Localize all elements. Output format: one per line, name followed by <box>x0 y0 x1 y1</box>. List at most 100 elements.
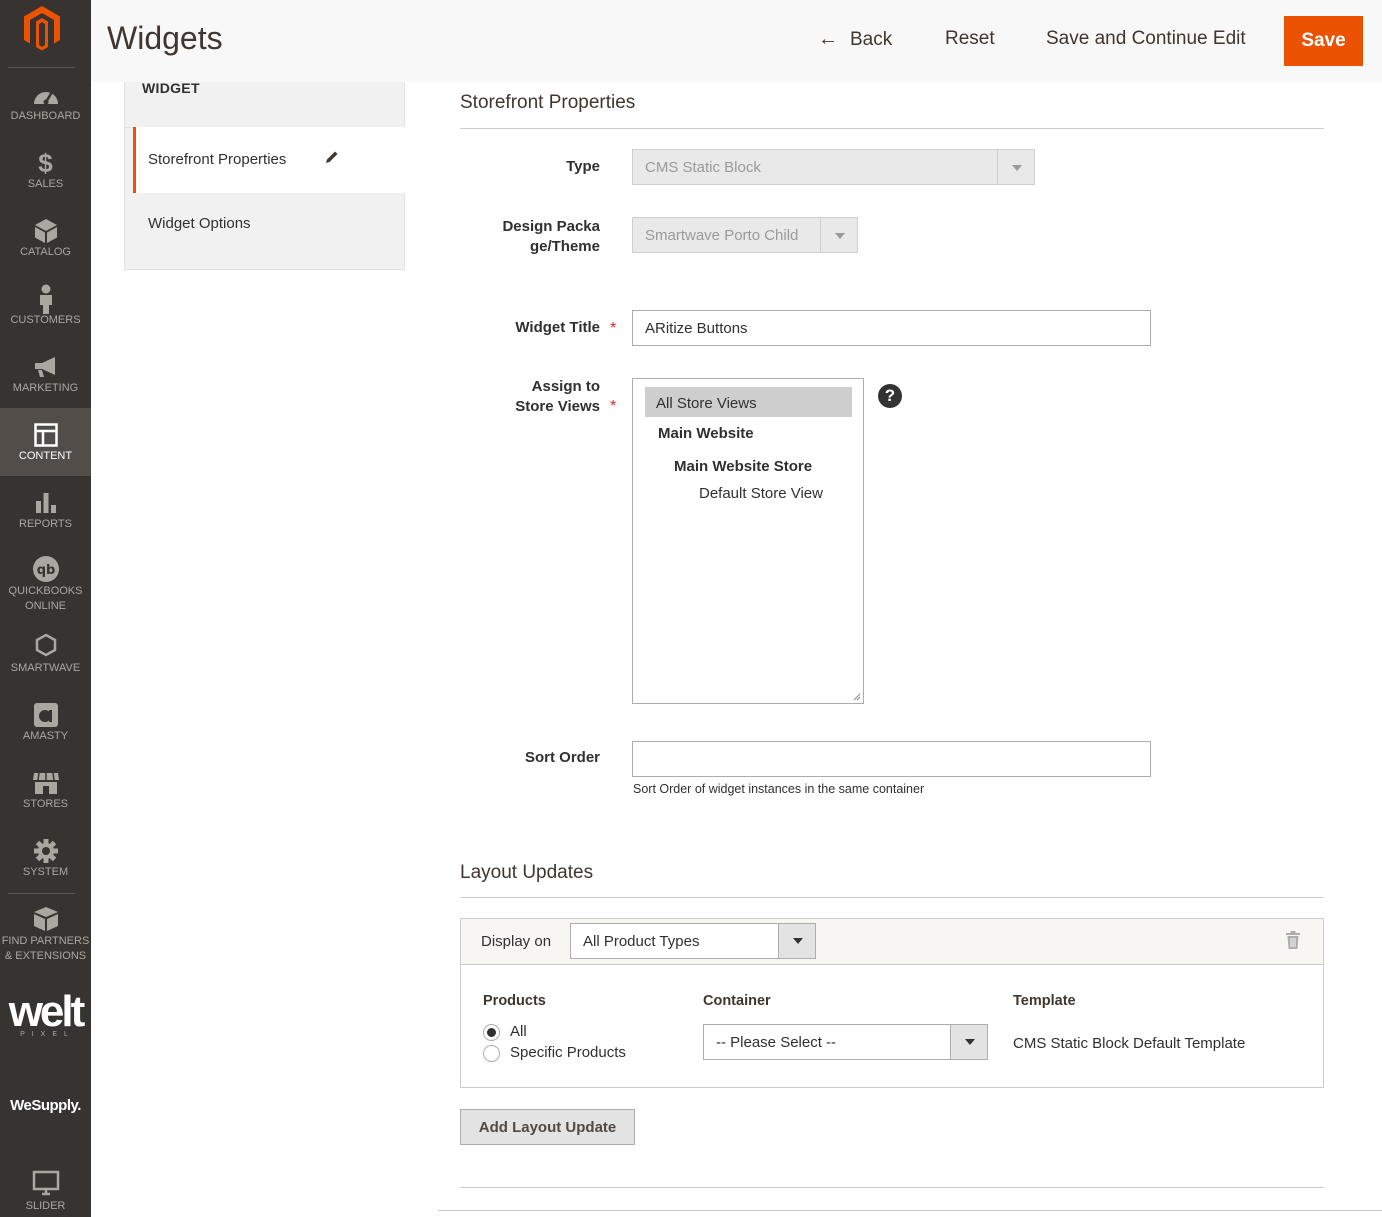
chevron-down-icon <box>997 150 1034 184</box>
dollar-icon: $ <box>38 147 53 178</box>
radio-label: All <box>510 1023 527 1040</box>
amasty-icon <box>33 703 58 727</box>
chevron-down-icon <box>950 1025 987 1059</box>
pencil-icon <box>326 151 338 163</box>
sort-order-label: Sort Order <box>524 749 600 766</box>
back-button[interactable]: ← Back <box>818 28 892 51</box>
display-on-select[interactable]: All Product Types <box>570 923 816 959</box>
megaphone-icon <box>34 357 55 377</box>
person-icon <box>39 284 52 314</box>
store-view-option[interactable]: All Store Views <box>645 387 852 417</box>
store-views-multiselect[interactable]: All Store Views Main Website Main Websit… <box>632 378 864 704</box>
nav-slider[interactable]: SLIDER <box>0 1160 91 1217</box>
nav-amasty[interactable]: AMASTY <box>0 690 91 758</box>
chevron-down-icon <box>778 924 815 958</box>
radio-button[interactable] <box>483 1045 500 1062</box>
nav-label: FIND PARTNERS & EXTENSIONS <box>1 935 90 962</box>
weltpixel-logo[interactable]: welt <box>0 990 91 1034</box>
section-title-storefront: Storefront Properties <box>460 92 636 113</box>
hexagon-icon <box>35 633 56 657</box>
section-divider <box>460 897 1324 898</box>
nav-dashboard[interactable]: DASHBOARD <box>0 68 91 136</box>
help-icon[interactable]: ? <box>878 384 902 408</box>
wesupply-logo[interactable]: WeSupply. <box>0 1097 91 1114</box>
trash-icon[interactable] <box>1285 931 1301 949</box>
store-icon <box>32 772 59 794</box>
resize-handle-icon[interactable] <box>852 692 861 701</box>
nav-label: CATALOG <box>20 246 71 258</box>
quickbooks-icon: qb <box>32 556 59 582</box>
save-and-continue-button[interactable]: Save and Continue Edit <box>1046 28 1246 50</box>
nav-marketing[interactable]: MARKETING <box>0 340 91 408</box>
store-view-group: Main Website Store <box>674 458 813 475</box>
template-value: CMS Static Block Default Template <box>1013 1035 1246 1052</box>
nav-quickbooks[interactable]: qb QUICKBOOKS ONLINE <box>0 544 91 612</box>
widget-title-input[interactable]: ARitize Buttons <box>632 310 1151 346</box>
reset-button[interactable]: Reset <box>945 28 995 50</box>
admin-sidebar: DASHBOARD $ SALES CATALOG CUSTOMERS MARK… <box>0 0 91 1217</box>
radio-label: Specific Products <box>510 1044 626 1061</box>
tab-storefront-properties[interactable]: Storefront Properties <box>133 127 405 193</box>
nav-content[interactable]: CONTENT <box>0 408 91 476</box>
tabs-title: WIDGET <box>142 80 200 96</box>
nav-label: CUSTOMERS <box>10 314 81 326</box>
bar-chart-icon <box>35 493 56 513</box>
sidebar-divider <box>8 893 75 894</box>
nav-label: CONTENT <box>18 450 73 462</box>
nav-system[interactable]: SYSTEM <box>0 826 91 894</box>
widget-title-label: Widget Title <box>515 319 600 336</box>
store-views-label-text: Assign to Store Views <box>515 378 600 415</box>
cube-icon <box>34 219 57 243</box>
store-view-group: Main Website <box>658 425 754 442</box>
nav-label: SALES <box>27 178 64 190</box>
page-title: Widgets <box>107 20 223 56</box>
magento-logo[interactable] <box>0 0 91 68</box>
theme-select[interactable]: Smartwave Porto Child <box>632 217 858 253</box>
layout-update-header: Display on All Product Types <box>461 919 1323 965</box>
magento-logo-icon <box>24 6 60 51</box>
section-divider <box>438 1210 1382 1211</box>
theme-value: Smartwave Porto Child <box>645 227 799 244</box>
type-select[interactable]: CMS Static Block <box>632 149 1035 185</box>
required-marker: * <box>610 320 617 337</box>
nav-label: MARKETING <box>12 382 79 394</box>
widget-tabs: WIDGET Storefront Properties Widget Opti… <box>124 80 405 270</box>
display-on-value: All Product Types <box>583 933 700 950</box>
arrow-left-icon: ← <box>818 28 838 50</box>
nav-smartwave[interactable]: SMARTWAVE <box>0 622 91 690</box>
tab-label: Storefront Properties <box>148 151 287 168</box>
nav-reports[interactable]: REPORTS <box>0 476 91 544</box>
layout-icon <box>33 423 58 447</box>
nav-catalog[interactable]: CATALOG <box>0 204 91 272</box>
dashboard-icon <box>33 91 58 105</box>
nav-stores[interactable]: STORES <box>0 758 91 826</box>
save-button[interactable]: Save <box>1284 16 1363 66</box>
weltpixel-logo-sub: PIXEL <box>20 1031 75 1038</box>
layout-update-box: Display on All Product Types Products Co… <box>460 918 1324 1088</box>
nav-label: DASHBOARD <box>10 110 81 122</box>
tab-label: Widget Options <box>148 215 251 232</box>
back-label: Back <box>850 29 893 50</box>
boxes-icon <box>33 907 58 931</box>
tab-widget-options[interactable]: Widget Options <box>133 193 405 255</box>
nav-sales[interactable]: $ SALES <box>0 136 91 204</box>
type-label: Type <box>566 158 600 175</box>
monitor-icon <box>32 1170 59 1196</box>
radio-button[interactable] <box>483 1024 500 1041</box>
sort-order-input[interactable] <box>632 741 1151 777</box>
template-header: Template <box>1013 993 1076 1009</box>
nav-customers[interactable]: CUSTOMERS <box>0 272 91 340</box>
section-title-layout-updates: Layout Updates <box>460 862 594 883</box>
products-header: Products <box>483 993 546 1009</box>
nav-find-partners[interactable]: FIND PARTNERS & EXTENSIONS <box>0 896 91 964</box>
nav-label: SMARTWAVE <box>10 662 81 674</box>
container-select[interactable]: -- Please Select -- <box>703 1024 988 1060</box>
chevron-down-icon <box>820 218 857 252</box>
section-divider <box>460 1187 1324 1188</box>
nav-label: REPORTS <box>19 518 72 530</box>
add-layout-update-button[interactable]: Add Layout Update <box>460 1109 635 1145</box>
store-view-option[interactable]: Default Store View <box>699 485 823 502</box>
section-divider <box>460 128 1324 129</box>
sort-order-note: Sort Order of widget instances in the sa… <box>633 782 925 796</box>
required-marker: * <box>610 398 617 415</box>
